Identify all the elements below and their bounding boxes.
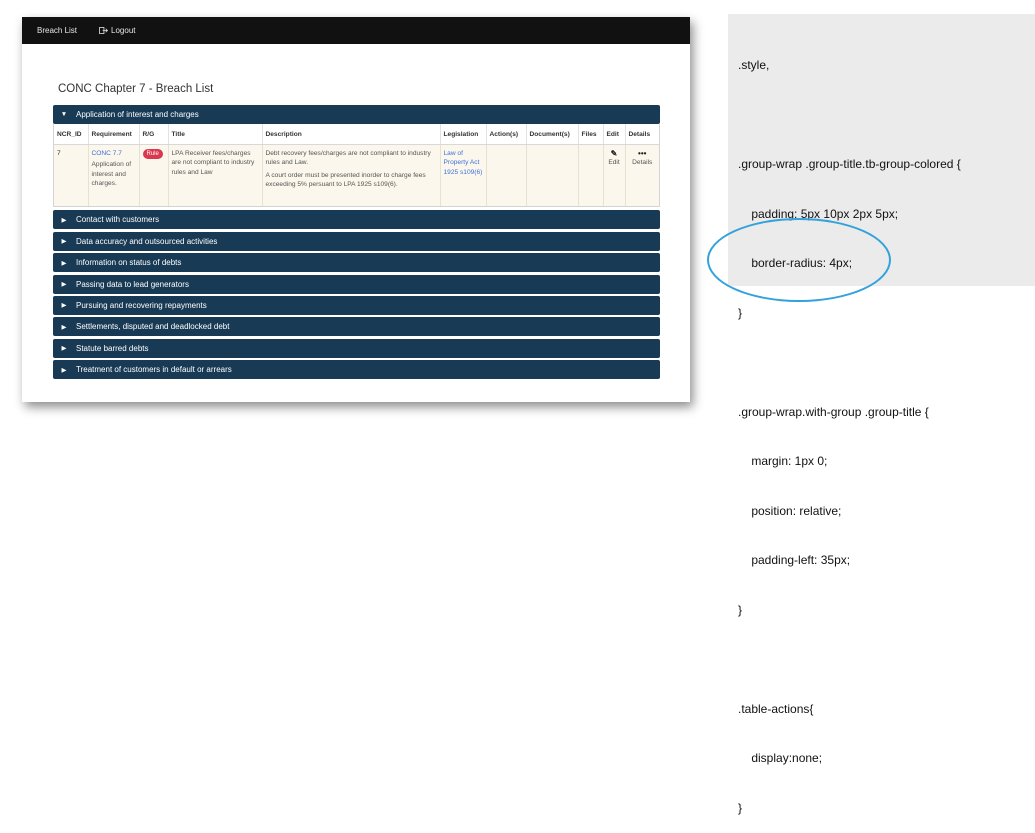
code-line: } [738, 602, 743, 617]
code-line: padding: 5px 10px 2px 5px; [738, 206, 899, 221]
requirement-link[interactable]: CONC 7.7 [92, 149, 136, 159]
column-header[interactable]: Title [168, 124, 263, 145]
code-line: .style, [738, 58, 770, 72]
css-code-panel: .style, .group-wrap .group-title.tb-grou… [728, 14, 1035, 815]
rule-badge: Rule [142, 148, 163, 159]
group-label: Pursuing and recovering repayments [76, 300, 207, 310]
column-header[interactable]: Requirement [88, 124, 140, 145]
legislation-link[interactable]: Law of Property Act 1925 s109(6) [444, 150, 483, 176]
code-line: display:none; [738, 751, 823, 765]
code-line: } [738, 305, 743, 320]
pencil-icon: ✎ [610, 148, 618, 158]
group-label: Data accuracy and outsourced activities [76, 236, 218, 246]
group-label: Treatment of customers in default or arr… [76, 365, 232, 375]
code-line: } [738, 800, 743, 815]
group-header-application-of-interest[interactable]: ▼ Application of interest and charges [53, 105, 660, 124]
group-label: Information on status of debts [76, 258, 182, 268]
ellipsis-icon: ••• [638, 148, 647, 158]
legislation-cell: Law of Property Act 1925 s109(6) [440, 144, 487, 207]
column-header[interactable]: Document(s) [526, 124, 579, 145]
caret-right-icon: ▶ [61, 345, 67, 353]
caret-right-icon: ▶ [61, 366, 67, 374]
app-window: Breach List Logout CONC Chapter 7 - Brea… [22, 17, 690, 402]
column-header[interactable]: Legislation [440, 124, 487, 145]
group-header-pursuing-and-recovering[interactable]: ▶ Pursuing and recovering repayments [53, 295, 660, 315]
logout-icon [99, 27, 109, 34]
group-header-passing-data[interactable]: ▶ Passing data to lead generators [53, 274, 660, 294]
group-header-contact-with-customers[interactable]: ▶ Contact with customers [53, 210, 660, 230]
caret-right-icon: ▶ [61, 281, 67, 289]
code-line: position: relative; [738, 503, 842, 518]
code-line: margin: 1px 0; [738, 454, 828, 468]
actions-cell [486, 144, 527, 207]
details-button[interactable]: ••• Details [625, 144, 659, 207]
group-header-statute-barred[interactable]: ▶ Statute barred debts [53, 338, 660, 358]
column-header[interactable]: Files [578, 124, 604, 145]
top-navbar: Breach List Logout [22, 17, 690, 44]
group-header-data-accuracy[interactable]: ▶ Data accuracy and outsourced activitie… [53, 231, 660, 251]
nav-breach-list-label: Breach List [37, 26, 78, 35]
title-cell: LPA Receiver fees/charges are not compli… [168, 144, 263, 207]
description-cell: Debt recovery fees/charges are not compl… [262, 144, 441, 207]
breach-table: NCR_ID Requirement R/G Title Description… [54, 124, 659, 207]
code-line: border-radius: 4px; [738, 256, 853, 270]
files-cell [578, 144, 604, 207]
requirement-text: Application of interest and charges. [91, 161, 132, 188]
caret-right-icon: ▶ [61, 302, 67, 310]
page-title: CONC Chapter 7 - Breach List [58, 83, 214, 95]
code-line: padding-left: 35px; [738, 553, 851, 567]
table-row: 7 CONC 7.7 Application of interest and c… [54, 144, 659, 207]
edit-label: Edit [608, 158, 620, 166]
group-header-treatment-of-customers[interactable]: ▶ Treatment of customers in default or a… [53, 360, 660, 380]
caret-right-icon: ▶ [61, 238, 67, 246]
caret-right-icon: ▶ [61, 216, 67, 224]
group-label: Passing data to lead generators [76, 279, 189, 289]
ncr-id-cell: 7 [54, 144, 89, 207]
description-paragraph: A court order must be presented inorder … [265, 171, 426, 189]
column-header[interactable]: NCR_ID [54, 124, 89, 145]
column-header[interactable]: Details [625, 124, 659, 145]
group-label: Application of interest and charges [76, 110, 199, 119]
group-header-settlements[interactable]: ▶ Settlements, disputed and deadlocked d… [53, 317, 660, 337]
code-line: .table-actions{ [738, 701, 814, 716]
group-label: Settlements, disputed and deadlocked deb… [76, 322, 230, 332]
column-header[interactable]: Description [262, 124, 441, 145]
code-line: .group-wrap .group-title.tb-group-colore… [738, 157, 961, 171]
requirement-cell: CONC 7.7 Application of interest and cha… [88, 144, 140, 207]
edit-button[interactable]: ✎ Edit [603, 144, 626, 207]
breach-groups: ▼ Application of interest and charges NC… [53, 105, 660, 382]
details-label: Details [632, 158, 653, 166]
nav-breach-list-link[interactable]: Breach List [37, 26, 77, 35]
nav-logout-label: Logout [111, 26, 136, 35]
column-header[interactable]: Action(s) [486, 124, 527, 145]
column-header[interactable]: Edit [603, 124, 626, 145]
documents-cell [526, 144, 579, 207]
caret-down-icon: ▼ [60, 111, 68, 118]
rg-cell: Rule [139, 144, 169, 207]
caret-right-icon: ▶ [61, 323, 67, 331]
nav-logout-link[interactable]: Logout [99, 26, 136, 35]
caret-right-icon: ▶ [61, 259, 67, 267]
group-label: Contact with customers [76, 215, 160, 225]
group-header-information-on-status[interactable]: ▶ Information on status of debts [53, 253, 660, 273]
group-body-application-of-interest: NCR_ID Requirement R/G Title Description… [53, 124, 660, 208]
table-header-row: NCR_ID Requirement R/G Title Description… [54, 124, 659, 145]
description-paragraph: Debt recovery fees/charges are not compl… [265, 149, 431, 167]
group-label: Statute barred debts [76, 343, 149, 353]
column-header[interactable]: R/G [139, 124, 169, 145]
code-line: .group-wrap.with-group .group-title { [738, 404, 929, 419]
